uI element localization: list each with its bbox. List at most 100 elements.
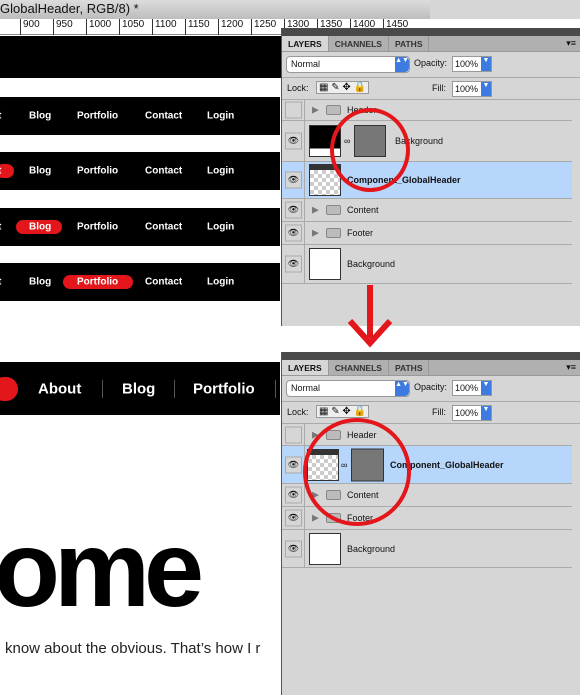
nav-about[interactable]: About: [38, 380, 81, 397]
nav-divider: [275, 380, 276, 398]
folder-icon: [326, 228, 341, 238]
dropdown-icon[interactable]: ▼: [481, 82, 491, 96]
tab-channels[interactable]: CHANNELS: [329, 360, 389, 375]
visibility-toggle[interactable]: [285, 101, 302, 119]
eye-icon[interactable]: 👁: [285, 456, 302, 473]
nav-item[interactable]: Blog: [29, 222, 51, 233]
nav-item[interactable]: Portfolio: [77, 111, 118, 122]
lock-icons[interactable]: ▦ ✎ ✥ 🔒: [316, 81, 369, 94]
layer-thumbnail: [309, 532, 341, 565]
eye-icon[interactable]: 👁: [285, 486, 302, 504]
expand-triangle-icon[interactable]: ▶: [312, 513, 319, 524]
dropdown-icon[interactable]: ▼: [481, 381, 491, 395]
panel-header[interactable]: [282, 352, 580, 360]
panel-menu-icon[interactable]: ▾≡: [562, 36, 580, 51]
lock-label: Lock:: [287, 407, 309, 417]
ruler-tick: 950: [53, 19, 73, 35]
blend-mode-select[interactable]: Normal ▲▼: [286, 56, 410, 73]
dropdown-icon[interactable]: ▼: [481, 57, 491, 71]
nav-item[interactable]: Contact: [145, 111, 182, 122]
nav-item[interactable]: Blog: [29, 166, 51, 177]
expand-triangle-icon[interactable]: ▶: [312, 228, 319, 239]
layer-row[interactable]: 👁 ∞ Background: [282, 121, 572, 162]
tab-layers[interactable]: LAYERS: [282, 360, 329, 375]
nav-item[interactable]: t: [0, 111, 1, 122]
nav-item[interactable]: Blog: [29, 277, 51, 288]
nav-item[interactable]: Contact: [145, 277, 182, 288]
eye-icon[interactable]: 👁: [285, 171, 302, 189]
lock-icons[interactable]: ▦ ✎ ✥ 🔒: [316, 405, 369, 418]
nav-item[interactable]: t: [0, 166, 1, 177]
opacity-value: 100%: [455, 59, 479, 69]
nav-item[interactable]: Login: [207, 166, 234, 177]
nav-item[interactable]: Contact: [145, 166, 182, 177]
nav-variant-row: t Blog Portfolio Contact Login: [0, 263, 280, 301]
tab-layers[interactable]: LAYERS: [282, 36, 329, 51]
ruler-tick: 1200: [218, 19, 243, 35]
ruler-tick: 1100: [152, 19, 177, 35]
layer-row[interactable]: 👁 ▶ Content: [282, 199, 572, 222]
opacity-label: Opacity:: [414, 382, 448, 392]
hero-headline: ome: [0, 508, 204, 629]
dropdown-icon[interactable]: ▼: [481, 406, 491, 420]
layer-thumbnail: [309, 248, 341, 280]
nav-item[interactable]: Portfolio: [77, 277, 118, 288]
nav-item[interactable]: Portfolio: [77, 166, 118, 177]
nav-variant-row: t Blog Portfolio Contact Login: [0, 208, 280, 246]
eye-icon[interactable]: 👁: [285, 201, 302, 219]
active-nav-pill[interactable]: [0, 376, 18, 401]
nav-item[interactable]: Login: [207, 111, 234, 122]
nav-item[interactable]: Login: [207, 277, 234, 288]
visibility-toggle[interactable]: [285, 426, 302, 443]
layers-panel-top: LAYERS CHANNELS PATHS ▾≡ Normal ▲▼ Opacity: …: [281, 28, 580, 326]
nav-variant-row: t Blog Portfolio Contact Login: [0, 97, 280, 135]
opacity-field[interactable]: 100% ▼: [452, 56, 492, 72]
eye-icon[interactable]: 👁: [285, 224, 302, 242]
eye-icon[interactable]: 👁: [285, 132, 302, 150]
panel-menu-icon[interactable]: ▾≡: [562, 360, 580, 375]
layer-row[interactable]: 👁 Background: [282, 245, 572, 284]
fill-label: Fill:: [432, 407, 446, 417]
nav-item[interactable]: t: [0, 222, 1, 233]
nav-item[interactable]: t: [0, 277, 1, 288]
nav-item[interactable]: Blog: [29, 111, 51, 122]
ruler-tick: 900: [20, 19, 40, 35]
blend-mode-value: Normal: [291, 59, 321, 69]
global-nav-bar: About Blog Portfolio: [0, 362, 280, 415]
nav-blog[interactable]: Blog: [122, 380, 155, 397]
tab-paths[interactable]: PATHS: [389, 36, 430, 51]
nav-item[interactable]: Contact: [145, 222, 182, 233]
layer-row[interactable]: ▶ Header: [282, 100, 572, 121]
tab-channels[interactable]: CHANNELS: [329, 36, 389, 51]
nav-portfolio[interactable]: Portfolio: [193, 380, 255, 397]
tab-paths[interactable]: PATHS: [389, 360, 430, 375]
fill-label: Fill:: [432, 83, 446, 93]
eye-icon[interactable]: 👁: [285, 540, 302, 557]
lock-label: Lock:: [287, 83, 309, 93]
panel-header[interactable]: [282, 28, 580, 36]
ruler-tick: 1000: [86, 19, 111, 35]
stepper-icon: ▲▼: [395, 381, 409, 396]
arrow-down-icon: [347, 285, 393, 348]
ruler-tick: 1050: [119, 19, 144, 35]
nav-divider: [174, 380, 175, 398]
nav-divider: [102, 380, 103, 398]
fill-field[interactable]: 100% ▼: [452, 405, 492, 421]
layer-row[interactable]: 👁 Background: [282, 530, 572, 568]
fill-field[interactable]: 100% ▼: [452, 81, 492, 97]
hero-body-text: know about the obvious. That’s how I r: [5, 640, 261, 657]
nav-variant-row: t Blog Portfolio Contact Login: [0, 152, 280, 190]
expand-triangle-icon[interactable]: ▶: [312, 205, 319, 216]
nav-item[interactable]: Login: [207, 222, 234, 233]
blend-mode-select[interactable]: Normal ▲▼: [286, 380, 410, 397]
expand-triangle-icon[interactable]: ▶: [312, 105, 319, 116]
stepper-icon: ▲▼: [395, 57, 409, 72]
eye-icon[interactable]: 👁: [285, 255, 302, 273]
layer-row[interactable]: 👁 Component_GlobalHeader: [282, 162, 572, 199]
opacity-value: 100%: [455, 383, 479, 393]
nav-item[interactable]: Portfolio: [77, 222, 118, 233]
folder-icon: [326, 205, 341, 215]
opacity-field[interactable]: 100% ▼: [452, 380, 492, 396]
eye-icon[interactable]: 👁: [285, 509, 302, 527]
layer-row[interactable]: 👁 ▶ Footer: [282, 222, 572, 245]
